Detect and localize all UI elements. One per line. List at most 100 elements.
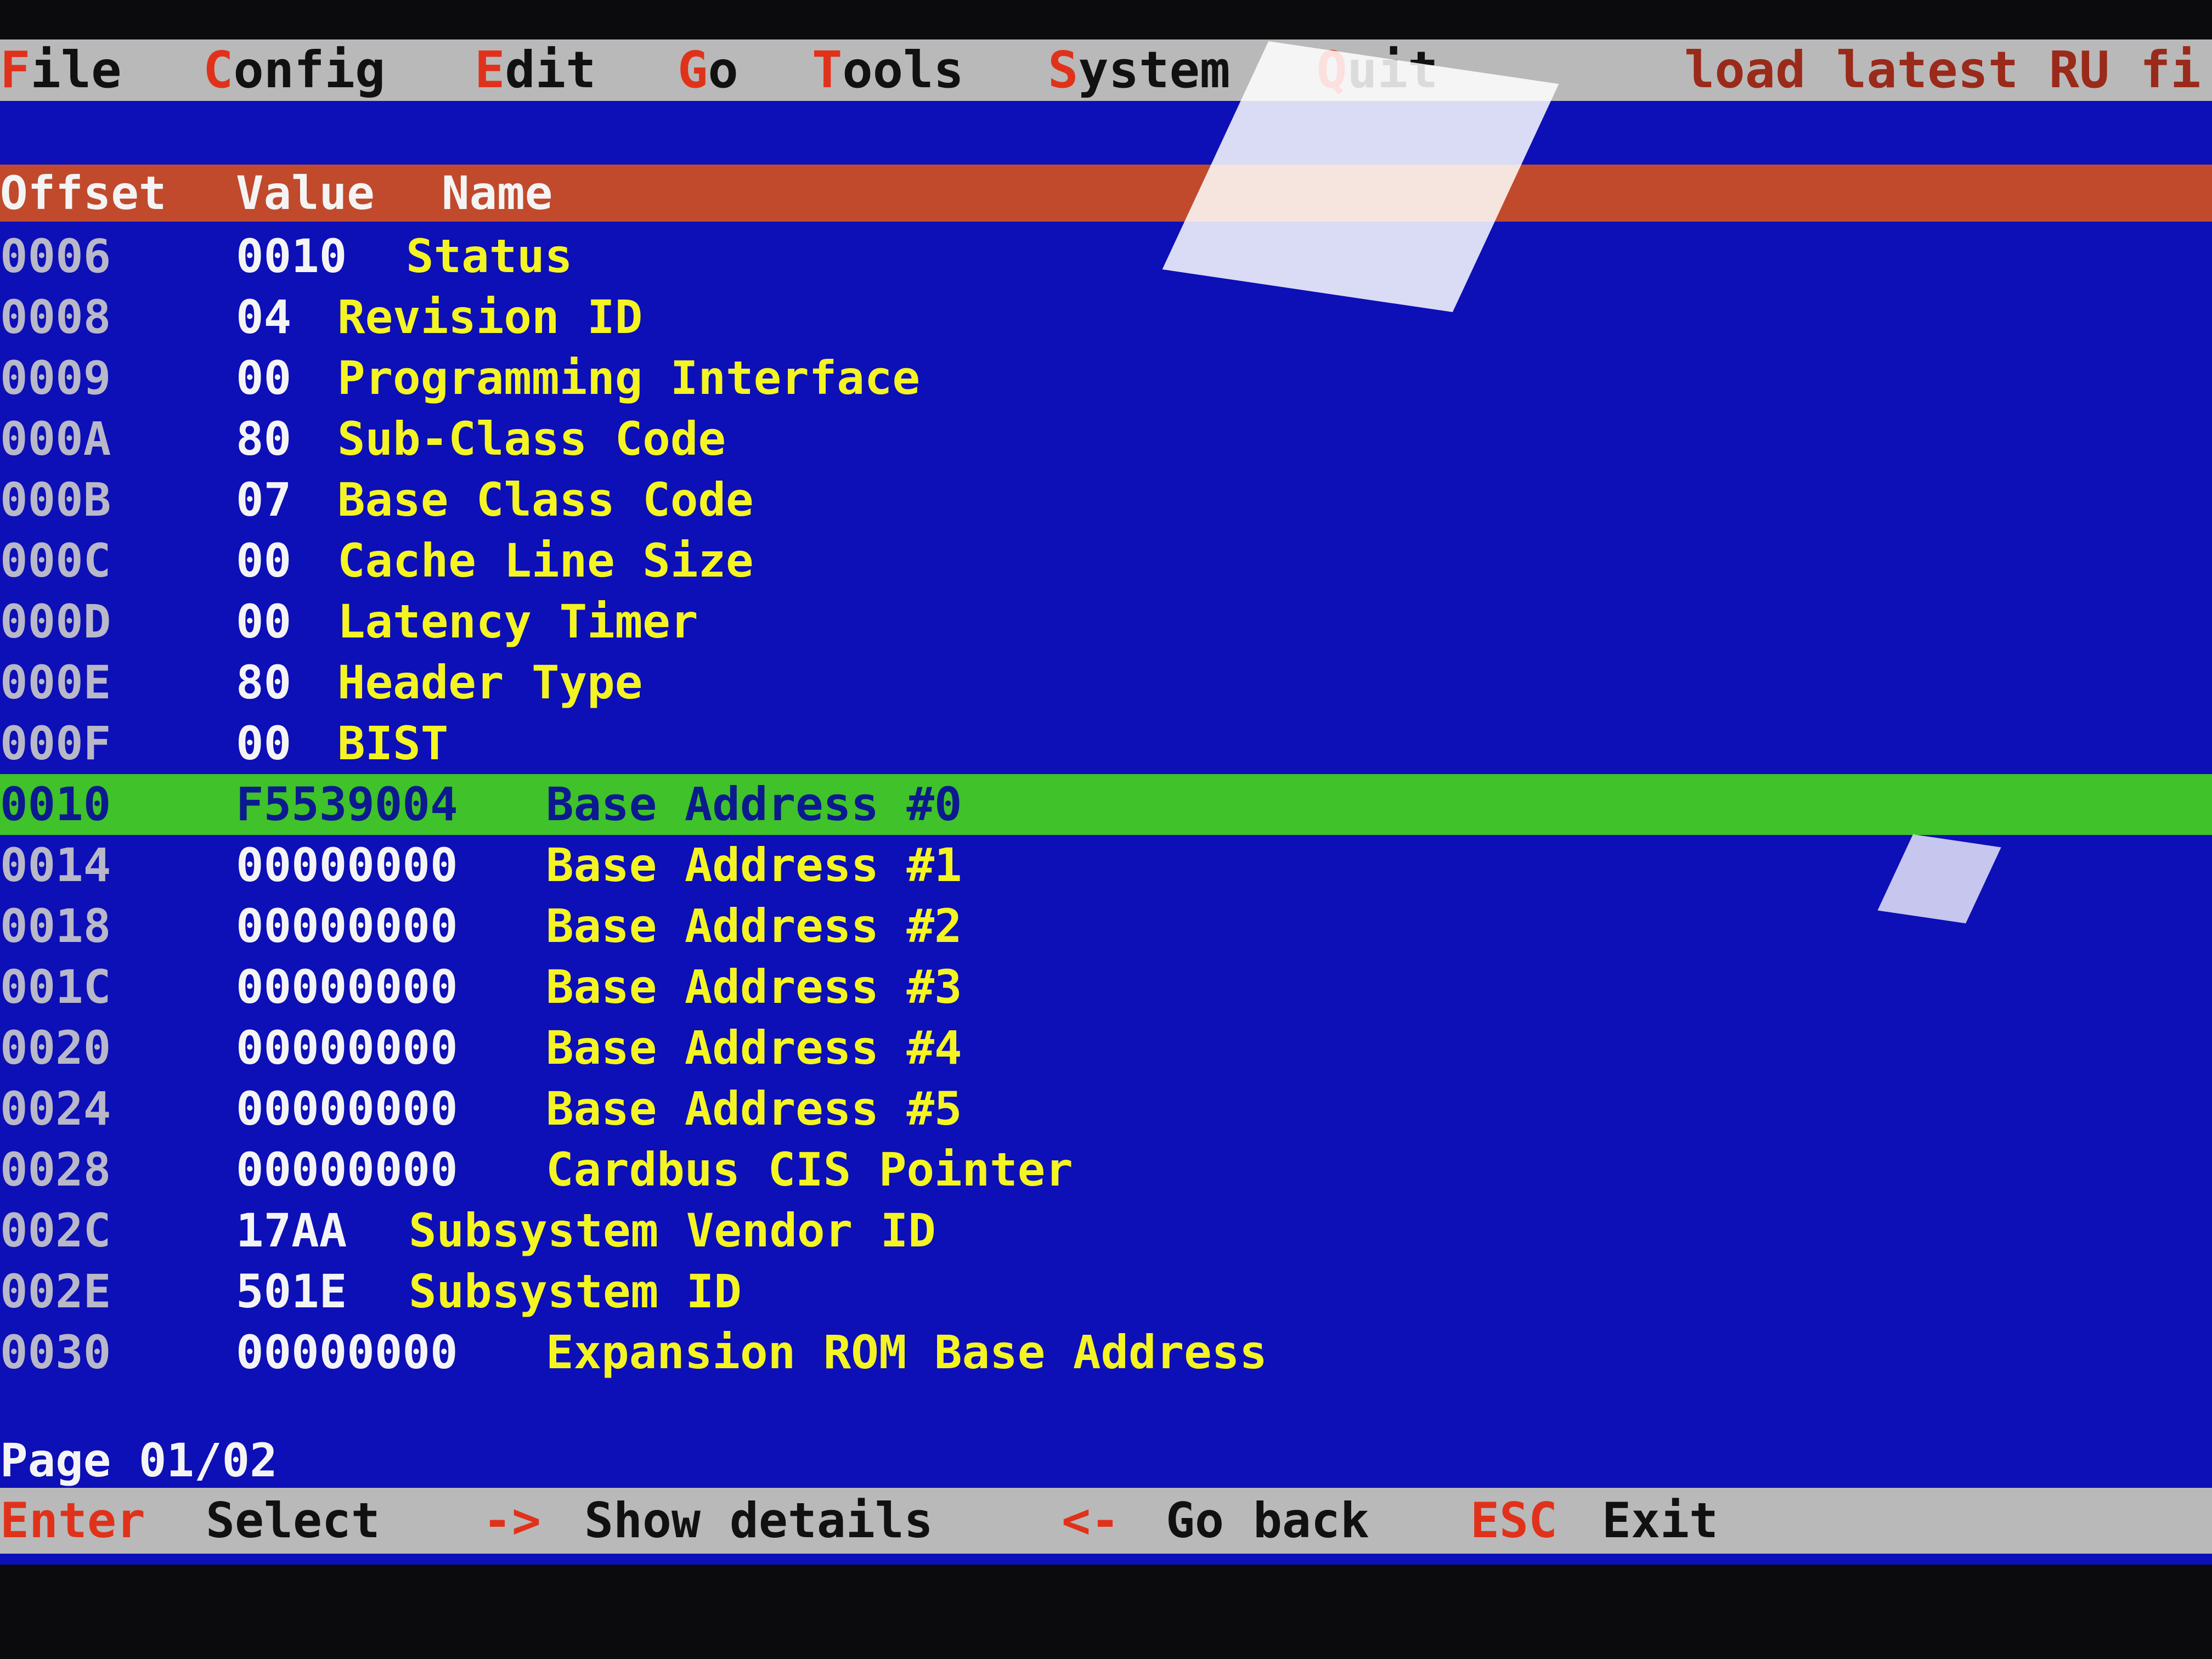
menu-quit-hotkey: Q bbox=[1317, 41, 1347, 99]
row-offset: 002C bbox=[0, 1204, 111, 1257]
table-row[interactable]: 0018 00000000 Base Address #2 bbox=[0, 896, 2212, 957]
row-name: Sub-Class Code bbox=[337, 412, 726, 466]
show-details-action-label[interactable]: Show details bbox=[584, 1488, 933, 1554]
menu-bar-right-text: load latest RU fi bbox=[1684, 41, 2201, 99]
table-row[interactable]: 0030 00000000 Expansion ROM Base Address bbox=[0, 1322, 2212, 1383]
row-offset: 0018 bbox=[0, 899, 111, 953]
row-name: Revision ID bbox=[337, 290, 643, 344]
table-header: Offset Value Name bbox=[0, 165, 2212, 222]
header-name: Name bbox=[442, 166, 553, 220]
row-offset: 000C bbox=[0, 534, 111, 588]
table-row[interactable]: 001C 00000000 Base Address #3 bbox=[0, 957, 2212, 1018]
row-name: Programming Interface bbox=[337, 351, 921, 405]
row-value: 00 bbox=[236, 595, 292, 648]
row-offset: 0014 bbox=[0, 838, 111, 892]
row-value: 00 bbox=[236, 716, 292, 770]
menu-go-label: o bbox=[708, 41, 738, 99]
table-row[interactable]: 000D 00 Latency Timer bbox=[0, 591, 2212, 652]
row-value: 80 bbox=[236, 656, 292, 709]
row-offset: 0008 bbox=[0, 290, 111, 344]
menu-bar: File Config Edit Go Tools System Quit lo… bbox=[0, 40, 2212, 101]
row-name: Latency Timer bbox=[337, 595, 698, 648]
row-value: 00000000 bbox=[236, 1082, 458, 1136]
menu-config-hotkey: C bbox=[203, 41, 234, 99]
menu-tools[interactable]: Tools bbox=[812, 40, 964, 101]
row-value: 00000000 bbox=[236, 960, 458, 1014]
row-offset: 000B bbox=[0, 473, 111, 527]
enter-key-label: Enter bbox=[0, 1492, 145, 1549]
row-offset: 0020 bbox=[0, 1021, 111, 1075]
row-name: Header Type bbox=[337, 656, 643, 709]
menu-edit[interactable]: Edit bbox=[475, 40, 596, 101]
menu-system[interactable]: System bbox=[1048, 40, 1230, 101]
left-arrow-key-label: <- bbox=[1062, 1492, 1120, 1549]
row-value: F5539004 bbox=[236, 777, 458, 831]
table-row[interactable]: 0020 00000000 Base Address #4 bbox=[0, 1018, 2212, 1079]
menu-file-label: ile bbox=[30, 41, 122, 99]
menu-quit-label: uit bbox=[1347, 41, 1438, 99]
row-value: 00 bbox=[236, 534, 292, 588]
menu-tools-hotkey: T bbox=[812, 41, 843, 99]
row-offset: 0010 bbox=[0, 777, 111, 831]
row-offset: 0028 bbox=[0, 1143, 111, 1197]
row-name: Base Address #0 bbox=[546, 777, 962, 831]
table-row[interactable]: 000C 00 Cache Line Size bbox=[0, 531, 2212, 591]
table-row[interactable]: 002C 17AA Subsystem Vendor ID bbox=[0, 1200, 2212, 1261]
row-value: 501E bbox=[236, 1265, 347, 1318]
menu-config-label: onfig bbox=[233, 41, 386, 99]
status-bar: Enter Select -> Show details <- Go back … bbox=[0, 1488, 2212, 1554]
table-row[interactable]: 0006 0010 Status bbox=[0, 226, 2212, 287]
menu-file-hotkey: F bbox=[0, 41, 31, 99]
table-row[interactable]: 000B 07 Base Class Code bbox=[0, 470, 2212, 531]
row-value: 00000000 bbox=[236, 1021, 458, 1075]
table-row[interactable]: 000E 80 Header Type bbox=[0, 652, 2212, 713]
menu-tools-label: ools bbox=[842, 41, 964, 99]
register-table: 0006 0010 Status 0008 04 Revision ID 0009 00 P… bbox=[0, 226, 2212, 1383]
exit-action-label[interactable]: Exit bbox=[1602, 1488, 1718, 1554]
table-row[interactable]: 0014 00000000 Base Address #1 bbox=[0, 835, 2212, 896]
menu-file[interactable]: File bbox=[0, 40, 122, 101]
menu-edit-label: dit bbox=[505, 41, 596, 99]
menu-edit-hotkey: E bbox=[475, 41, 505, 99]
row-offset: 0024 bbox=[0, 1082, 111, 1136]
table-row[interactable]: 0024 00000000 Base Address #5 bbox=[0, 1079, 2212, 1139]
row-value: 00000000 bbox=[236, 838, 458, 892]
row-name: Base Address #4 bbox=[546, 1021, 962, 1075]
table-row-selected[interactable]: 0010 F5539004 Base Address #0 bbox=[0, 774, 2212, 835]
row-name: Cache Line Size bbox=[337, 534, 754, 588]
row-name: Base Address #2 bbox=[546, 899, 962, 953]
row-value: 00000000 bbox=[236, 899, 458, 953]
menu-go-hotkey: G bbox=[678, 41, 708, 99]
row-value: 04 bbox=[236, 290, 292, 344]
table-row[interactable]: 0009 00 Programming Interface bbox=[0, 348, 2212, 409]
row-name: Cardbus CIS Pointer bbox=[546, 1143, 1073, 1197]
row-name: Subsystem ID bbox=[409, 1265, 742, 1318]
header-value: Value bbox=[236, 166, 375, 220]
row-offset: 001C bbox=[0, 960, 111, 1014]
row-value: 00000000 bbox=[236, 1143, 458, 1197]
table-row[interactable]: 002E 501E Subsystem ID bbox=[0, 1261, 2212, 1322]
row-name: Base Address #5 bbox=[546, 1082, 962, 1136]
menu-system-label: ystem bbox=[1078, 41, 1231, 99]
row-offset: 0009 bbox=[0, 351, 111, 405]
table-row[interactable]: 000F 00 BIST bbox=[0, 713, 2212, 774]
table-row[interactable]: 000A 80 Sub-Class Code bbox=[0, 409, 2212, 470]
table-row[interactable]: 0008 04 Revision ID bbox=[0, 287, 2212, 348]
table-row[interactable]: 0028 00000000 Cardbus CIS Pointer bbox=[0, 1139, 2212, 1200]
select-action-label[interactable]: Select bbox=[206, 1488, 380, 1554]
row-value: 80 bbox=[236, 412, 292, 466]
menu-config[interactable]: Config bbox=[203, 40, 385, 101]
row-value: 0010 bbox=[236, 229, 347, 283]
right-arrow-key-label: -> bbox=[483, 1492, 541, 1549]
row-offset: 000F bbox=[0, 716, 111, 770]
row-name: Base Address #1 bbox=[546, 838, 962, 892]
menu-quit[interactable]: Quit bbox=[1317, 40, 1438, 101]
row-offset: 000D bbox=[0, 595, 111, 648]
row-offset: 0030 bbox=[0, 1325, 111, 1379]
esc-key-label: ESC bbox=[1470, 1492, 1558, 1549]
menu-go[interactable]: Go bbox=[678, 40, 738, 101]
row-offset: 002E bbox=[0, 1265, 111, 1318]
go-back-action-label[interactable]: Go back bbox=[1166, 1488, 1369, 1554]
row-name: Base Class Code bbox=[337, 473, 754, 527]
row-value: 00 bbox=[236, 351, 292, 405]
